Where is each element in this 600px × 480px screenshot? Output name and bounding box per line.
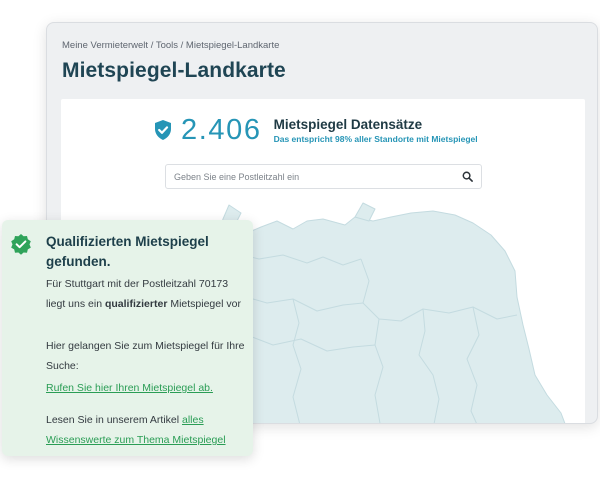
result-link-row: Rufen Sie hier Ihren Mietspiegel ab. <box>46 378 246 398</box>
shield-check-icon <box>155 120 171 140</box>
result-panel: Qualifizierten Mietspiegel gefunden. Für… <box>2 220 253 456</box>
result-title: Qualifizierten Mietspiegel gefunden. <box>46 234 209 269</box>
search-box <box>165 164 482 189</box>
stats-subtitle: Das entspricht 98% aller Standorte mit M… <box>273 133 478 144</box>
result-description: Für Stuttgart mit der Postleitzahl 70173… <box>46 274 246 314</box>
search-icon[interactable] <box>462 171 473 182</box>
breadcrumb: Meine Vermieterwelt / Tools / Mietspiege… <box>62 40 279 51</box>
result-description-bold: qualifizierter <box>104 298 168 310</box>
stats-row: 2.406 Mietspiegel Datensätze Das entspri… <box>153 113 478 147</box>
breadcrumb-item-vermieterwelt[interactable]: Meine Vermieterwelt <box>62 40 148 51</box>
result-description-text-end: Mietspiegel vor <box>167 298 241 310</box>
result-hint: Hier gelangen Sie zum Mietspiegel für Ih… <box>46 340 245 372</box>
result-article-text: Lesen Sie in unserem Artikel <box>46 414 182 426</box>
stats-text: Mietspiegel Datensätze Das entspricht 98… <box>274 116 478 145</box>
result-article-row: Lesen Sie in unserem Artikel alles Wisse… <box>46 410 246 450</box>
page-title: Mietspiegel-Landkarte <box>62 59 286 82</box>
breadcrumb-item-current: Mietspiegel-Landkarte <box>185 40 280 51</box>
breadcrumb-item-tools[interactable]: Tools <box>156 40 178 51</box>
breadcrumb-separator: / <box>178 40 186 51</box>
mietspiegel-link[interactable]: Rufen Sie hier Ihren Mietspiegel ab. <box>46 382 213 394</box>
postal-code-input[interactable] <box>166 165 456 188</box>
dataset-count: 2.406 <box>181 114 262 146</box>
breadcrumb-separator: / <box>148 40 156 51</box>
stats-title: Mietspiegel Datensätze <box>273 116 423 132</box>
check-badge-icon <box>11 234 31 255</box>
